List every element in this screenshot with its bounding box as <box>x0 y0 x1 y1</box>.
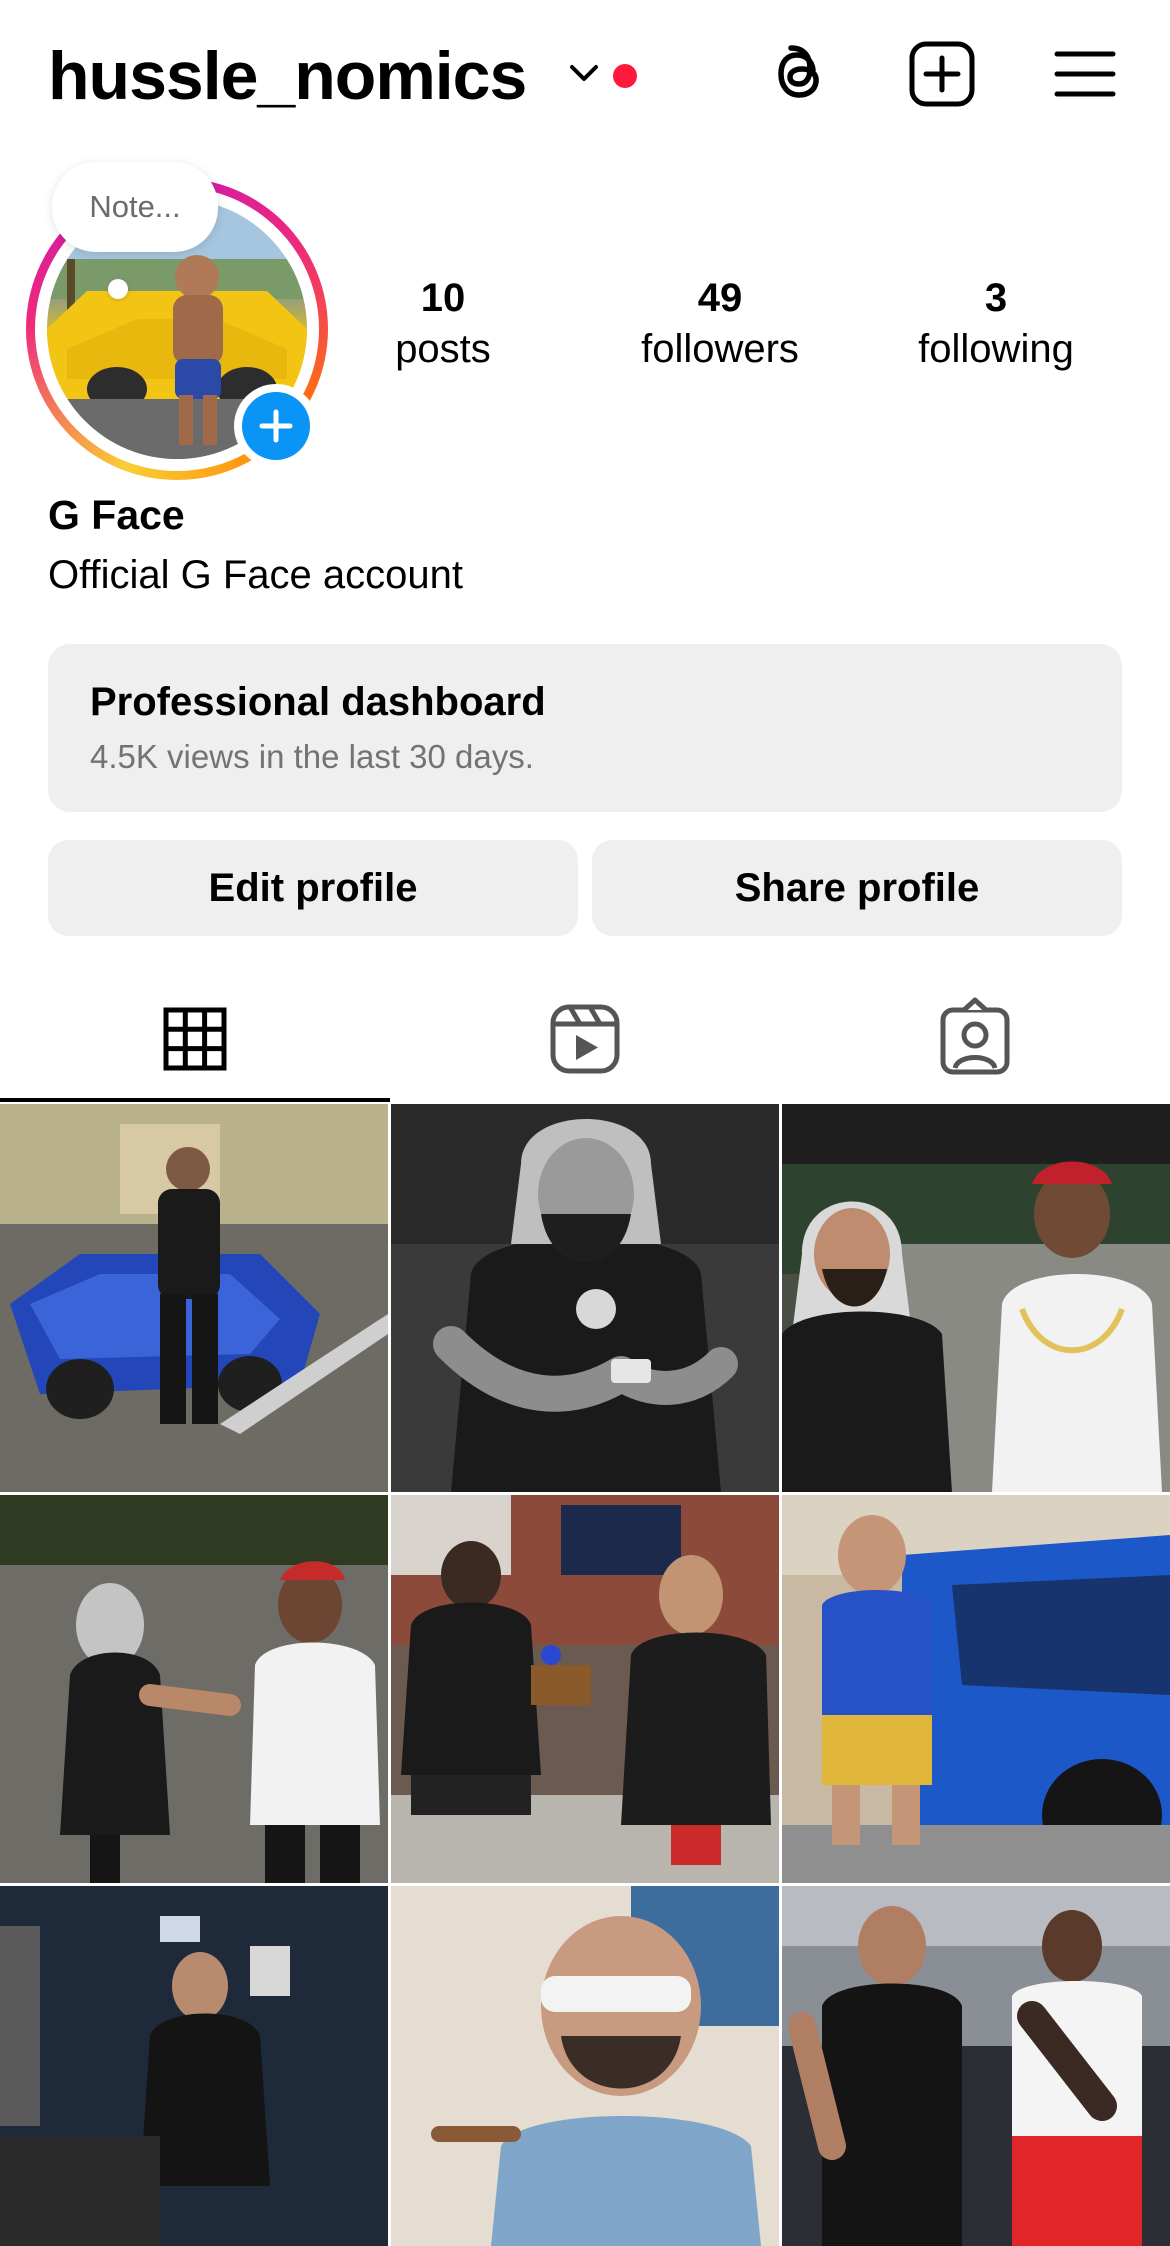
add-story-button[interactable] <box>234 384 318 468</box>
bio-text: Official G Face account <box>48 553 463 597</box>
note-bubble-tail <box>108 279 128 299</box>
post-thumbnail[interactable] <box>391 1886 779 2246</box>
active-tab-indicator <box>0 1098 390 1102</box>
post-thumbnail[interactable] <box>0 1886 388 2246</box>
notification-dot <box>613 64 637 88</box>
menu-icon[interactable] <box>1054 48 1116 100</box>
professional-dashboard-card[interactable]: Professional dashboard 4.5K views in the… <box>48 644 1122 812</box>
following-count: 3 <box>984 276 1008 320</box>
post-image <box>391 1886 779 2246</box>
share-profile-button[interactable]: Share profile <box>592 840 1122 936</box>
posts-count: 10 <box>420 276 466 320</box>
post-thumbnail[interactable] <box>782 1886 1170 2246</box>
post-image <box>0 1104 388 1492</box>
display-name: G Face <box>48 492 185 538</box>
post-thumbnail[interactable] <box>782 1495 1170 1883</box>
followers-count: 49 <box>697 276 743 320</box>
stat-following[interactable]: 3 following <box>886 272 1106 374</box>
followers-label: followers <box>641 327 799 371</box>
post-thumbnail[interactable] <box>782 1104 1170 1492</box>
grid-icon <box>163 1007 227 1071</box>
tab-posts-grid[interactable] <box>0 980 390 1102</box>
post-image <box>782 1886 1170 2246</box>
post-image <box>782 1104 1170 1492</box>
account-username[interactable]: hussle_nomics <box>48 36 527 116</box>
note-bubble[interactable]: Note... <box>52 162 218 252</box>
tagged-icon <box>940 997 1010 1075</box>
post-image <box>391 1495 779 1883</box>
post-thumbnail[interactable] <box>0 1495 388 1883</box>
post-image <box>0 1495 388 1883</box>
post-thumbnail[interactable] <box>391 1104 779 1492</box>
tab-reels[interactable] <box>390 980 780 1102</box>
post-image <box>391 1104 779 1492</box>
dashboard-subtitle: 4.5K views in the last 30 days. <box>90 738 534 775</box>
post-thumbnail[interactable] <box>0 1104 388 1492</box>
reels-icon <box>550 1004 620 1074</box>
threads-icon[interactable] <box>766 40 830 110</box>
top-bar: hussle_nomics <box>0 0 1170 150</box>
edit-profile-button[interactable]: Edit profile <box>48 840 578 936</box>
post-image <box>0 1886 388 2246</box>
post-thumbnail[interactable] <box>391 1495 779 1883</box>
posts-label: posts <box>395 327 491 371</box>
stat-posts[interactable]: 10 posts <box>333 272 553 374</box>
tab-tagged[interactable] <box>780 980 1170 1102</box>
chevron-down-icon[interactable] <box>566 58 602 88</box>
plus-icon <box>259 409 293 443</box>
following-label: following <box>918 327 1074 371</box>
profile-tabs <box>0 980 1170 1102</box>
post-image <box>782 1495 1170 1883</box>
dashboard-title: Professional dashboard <box>90 680 546 724</box>
stat-followers[interactable]: 49 followers <box>610 272 830 374</box>
create-post-icon[interactable] <box>908 40 976 108</box>
